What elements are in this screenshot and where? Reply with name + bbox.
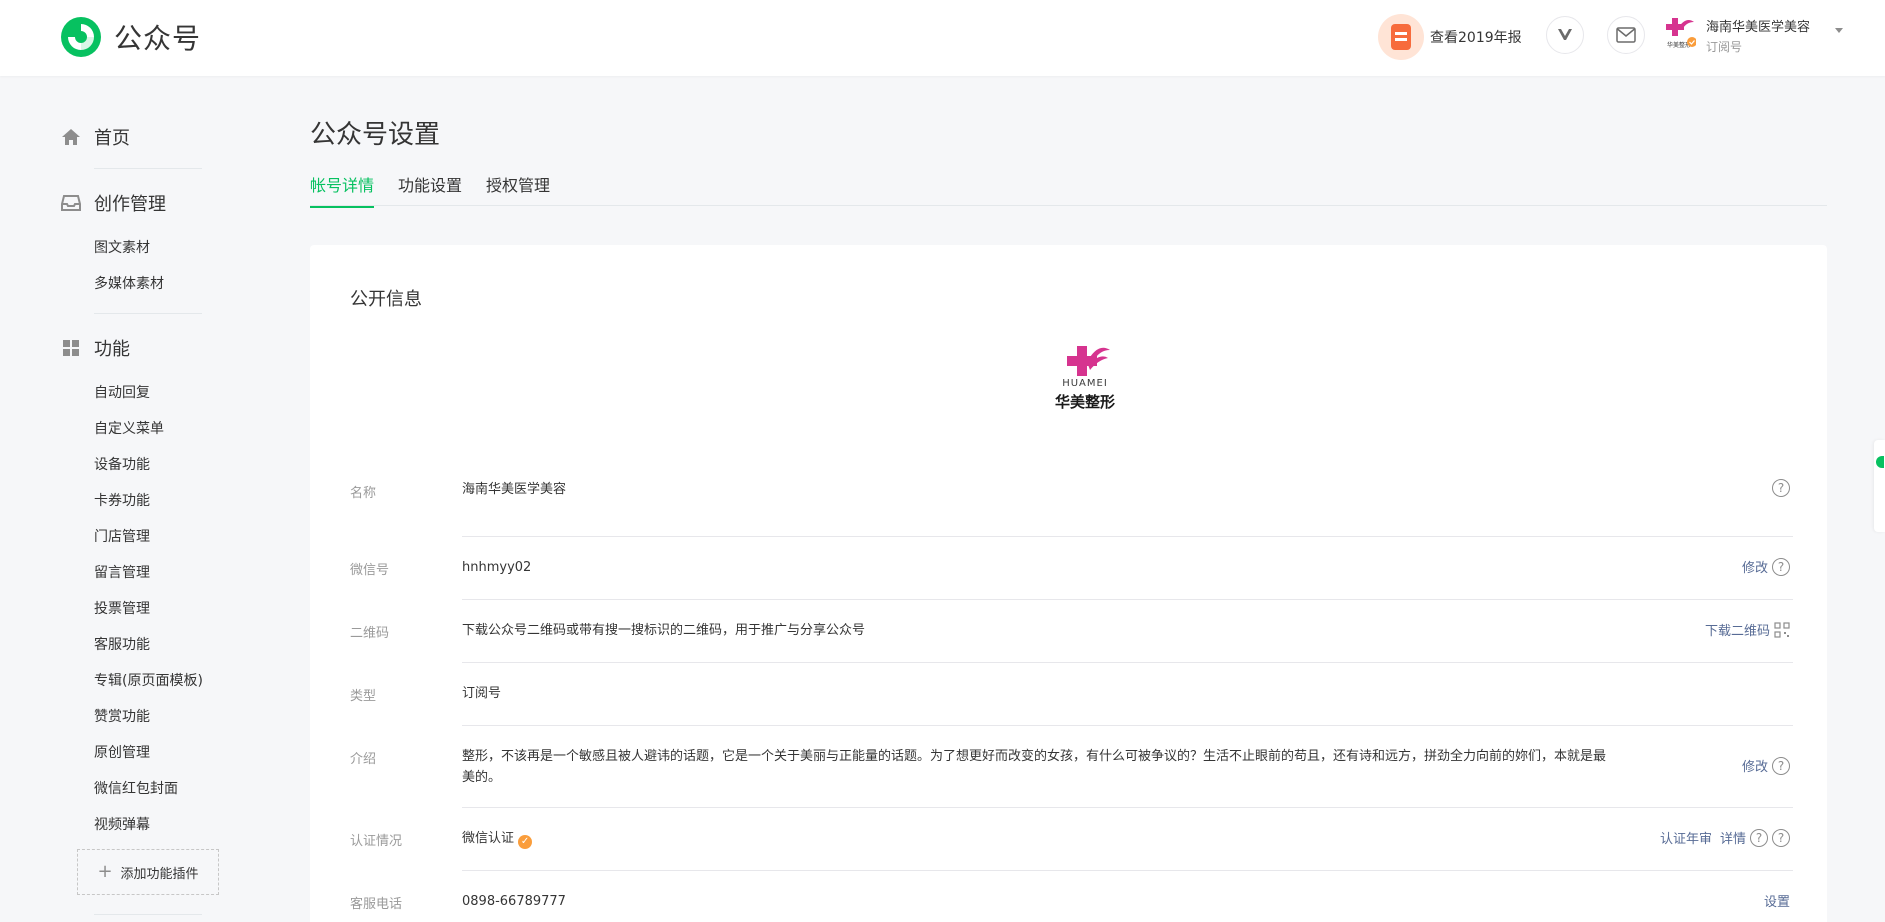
qrcode-icon[interactable] [1774, 621, 1790, 638]
sidebar-item-home[interactable]: 首页 [60, 124, 130, 150]
account-type-value: 订阅号 [462, 686, 502, 701]
sidebar: 首页 创作管理 图文素材 多媒体素材 功能 自动回复 自定义菜单 设备功能 卡券… [0, 76, 260, 922]
sidebar-item-album[interactable]: 专辑(原页面模板) [94, 670, 203, 690]
sidebar-item-stores[interactable]: 门店管理 [94, 526, 150, 546]
brand-logo-en: HUAMEI [1062, 378, 1108, 389]
settings-tabs: 帐号详情 功能设置 授权管理 [310, 172, 1827, 208]
tab-feature-settings[interactable]: 功能设置 [398, 172, 462, 206]
help-icon[interactable]: ? [1772, 557, 1790, 576]
sidebar-item-device[interactable]: 设备功能 [94, 454, 150, 474]
sidebar-item-video-danmaku[interactable]: 视频弹幕 [94, 814, 150, 834]
sidebar-item-label: 创作管理 [94, 194, 166, 215]
verified-check-icon: ✓ [518, 834, 533, 849]
annual-report-link[interactable]: 查看2019年报 [1378, 14, 1522, 60]
messages-button[interactable] [1607, 16, 1645, 54]
add-plugin-button[interactable]: + 添加功能插件 [77, 849, 219, 895]
brand-name: 公众号 [114, 22, 202, 55]
sidebar-item-features[interactable]: 功能 [60, 335, 130, 361]
annual-report-icon [1378, 14, 1424, 60]
tab-authorization[interactable]: 授权管理 [486, 172, 550, 206]
wechat-id-value: hnhmyy02 [462, 560, 532, 575]
weixin-dev-button[interactable] [1546, 16, 1584, 54]
account-avatar: 华美整形 [1662, 14, 1697, 50]
sidebar-item-original[interactable]: 原创管理 [94, 742, 150, 762]
sidebar-item-articles[interactable]: 图文素材 [94, 237, 150, 257]
row-qrcode: 二维码 下载公众号二维码或带有搜一搜标识的二维码，用于推广与分享公众号 下载二维… [350, 600, 1793, 663]
sidebar-item-media[interactable]: 多媒体素材 [94, 273, 164, 293]
row-wechat-id: 微信号 hnhmyy02 修改 ? [350, 537, 1793, 600]
annual-review-link[interactable]: 认证年审 [1660, 828, 1712, 847]
plus-icon: + [97, 861, 113, 882]
verification-details-link[interactable]: 详情 [1720, 828, 1746, 847]
row-verification: 认证情况 微信认证 ✓ 认证年审 详情 ? ? [350, 808, 1793, 871]
sidebar-item-red-packet-cover[interactable]: 微信红包封面 [94, 778, 178, 798]
sidebar-item-customer-service[interactable]: 客服功能 [94, 634, 150, 654]
tab-account-details[interactable]: 帐号详情 [310, 172, 375, 208]
inbox-icon [60, 192, 82, 214]
help-icon[interactable]: ? [1772, 479, 1790, 497]
sidebar-item-label: 首页 [94, 128, 130, 149]
account-name-value: 海南华美医学美容 [462, 482, 567, 497]
divider [94, 914, 202, 915]
add-plugin-label: 添加功能插件 [120, 866, 199, 882]
brand-logo-cn: 华美整形 [1054, 393, 1115, 411]
sidebar-item-label: 功能 [94, 339, 130, 360]
edit-wechat-id-link[interactable]: 修改 [1742, 557, 1768, 576]
account-name: 海南华美医学美容 [1706, 20, 1811, 35]
sidebar-item-votes[interactable]: 投票管理 [94, 598, 150, 618]
top-header: 公众号 查看2019年报 华美整形 海南华美医学美容 订阅号 [0, 0, 1885, 76]
row-label: 介绍 [350, 752, 377, 767]
help-icon[interactable]: ? [1772, 828, 1790, 847]
grid-icon [60, 337, 82, 359]
section-title: 公开信息 [350, 289, 422, 310]
row-label: 微信号 [350, 563, 390, 578]
intro-value: 整形，不该再是一个敏感且被人避讳的话题，它是一个关于美丽与正能量的话题。为了想更… [462, 749, 1607, 785]
annual-report-label: 查看2019年报 [1430, 30, 1522, 46]
y-logo-icon [1558, 29, 1572, 40]
row-label: 名称 [350, 486, 377, 501]
divider [94, 313, 202, 314]
set-phone-link[interactable]: 设置 [1764, 891, 1790, 910]
account-type: 订阅号 [1706, 40, 1743, 54]
mail-icon [1616, 27, 1636, 43]
verification-value: 微信认证 ✓ [462, 828, 533, 849]
row-label: 二维码 [350, 626, 390, 641]
phone-value: 0898-66789777 [462, 894, 566, 909]
row-label: 客服电话 [350, 897, 403, 912]
wechat-mp-logo[interactable]: 公众号 [60, 16, 201, 58]
help-icon[interactable]: ? [1772, 756, 1790, 775]
edit-intro-link[interactable]: 修改 [1742, 756, 1768, 775]
row-phone: 客服电话 0898-66789777 设置 [350, 871, 1793, 922]
chevron-down-icon [1835, 28, 1843, 33]
wechat-mp-logo-icon [61, 17, 101, 57]
row-label: 认证情况 [350, 834, 403, 849]
verification-text: 微信认证 [462, 831, 515, 846]
row-intro: 介绍 整形，不该再是一个敏感且被人避讳的话题，它是一个关于美丽与正能量的话题。为… [350, 726, 1793, 808]
feedback-side-tab[interactable] [1874, 440, 1885, 532]
row-name: 名称 海南华美医学美容 ? [350, 475, 1793, 537]
row-label: 类型 [350, 689, 377, 704]
page-title: 公众号设置 [310, 120, 441, 150]
sidebar-item-custom-menu[interactable]: 自定义菜单 [94, 418, 164, 438]
row-type: 类型 订阅号 [350, 663, 1793, 726]
sidebar-item-create[interactable]: 创作管理 [60, 190, 166, 216]
divider [94, 168, 202, 169]
sidebar-item-reward[interactable]: 赞赏功能 [94, 706, 150, 726]
qrcode-description: 下载公众号二维码或带有搜一搜标识的二维码，用于推广与分享公众号 [462, 623, 866, 638]
help-icon[interactable]: ? [1750, 828, 1768, 847]
sidebar-item-comments[interactable]: 留言管理 [94, 562, 150, 582]
huamei-avatar-logo: 华美整形 [1666, 18, 1697, 49]
account-menu[interactable]: 华美整形 海南华美医学美容 订阅号 [1662, 14, 1843, 55]
public-info-card: 公开信息 HUAMEI 华美整形 名称 海南华美医学美容 ? 微信号 hnhmy… [310, 245, 1827, 922]
home-icon [60, 126, 82, 148]
sidebar-item-coupon[interactable]: 卡券功能 [94, 490, 150, 510]
download-qrcode-link[interactable]: 下载二维码 [1705, 620, 1770, 639]
sidebar-item-auto-reply[interactable]: 自动回复 [94, 382, 150, 402]
